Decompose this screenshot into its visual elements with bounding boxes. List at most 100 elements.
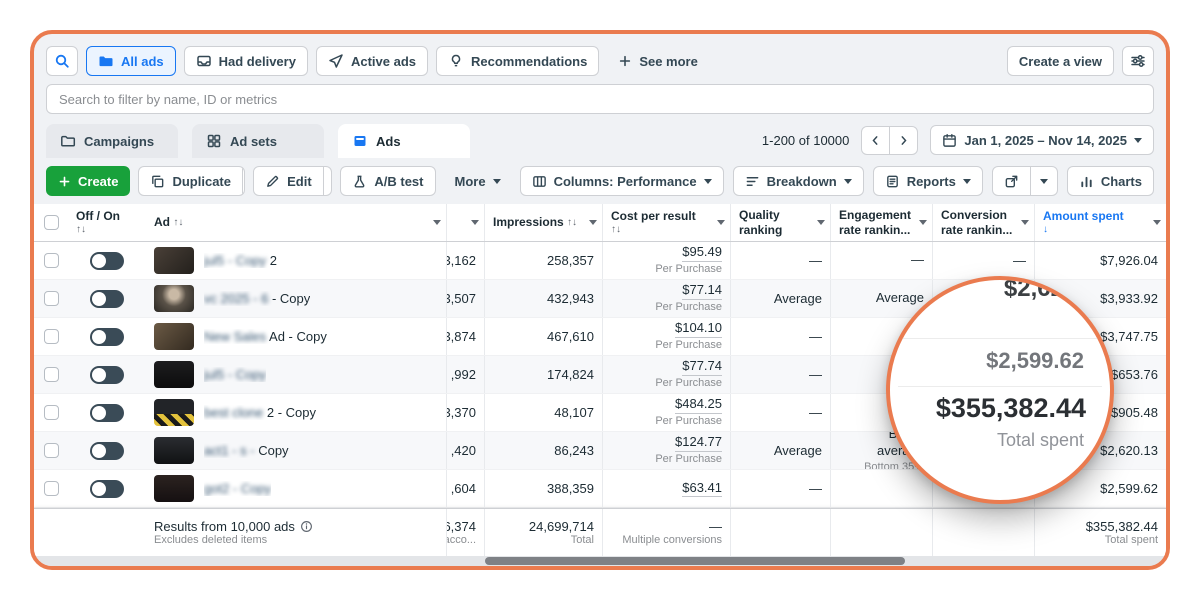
ad-name-link[interactable]: best clone 2 - Copy <box>204 405 316 420</box>
ad-name-link[interactable]: New Sales Ad - Copy <box>204 329 327 344</box>
search-input[interactable] <box>46 84 1154 114</box>
column-header-engagement-ranking[interactable]: Engagement rate rankin... <box>830 204 932 241</box>
scrollbar-thumb[interactable] <box>485 557 905 565</box>
pager <box>861 126 918 155</box>
columns-button[interactable]: Columns: Performance <box>520 166 724 196</box>
filter-chip-had-delivery[interactable]: Had delivery <box>184 46 308 76</box>
ad-name-link[interactable]: got2 - Copy <box>204 481 271 496</box>
row-checkbox[interactable] <box>44 291 59 306</box>
row-toggle-cell <box>68 470 146 507</box>
toggle-knob <box>92 292 106 306</box>
export-button[interactable] <box>993 167 1030 195</box>
ad-toggle[interactable] <box>90 328 124 346</box>
row-checkbox[interactable] <box>44 329 59 344</box>
horizontal-scrollbar[interactable] <box>34 556 1166 566</box>
edit-button[interactable]: Edit <box>254 167 323 195</box>
column-header-conversion-ranking[interactable]: Conversion rate rankin... <box>932 204 1034 241</box>
magnified-value-1: $2,599.62 <box>986 348 1084 374</box>
impressions-cell: 388,359 <box>484 470 602 507</box>
results-cell: ,604 <box>446 470 484 507</box>
ad-toggle[interactable] <box>90 252 124 270</box>
amount-spent-header-label: Amount spent <box>1043 209 1124 223</box>
ad-toggle[interactable] <box>90 366 124 384</box>
breakdown-button[interactable]: Breakdown <box>733 166 864 196</box>
chevron-down-icon[interactable] <box>817 220 825 225</box>
chevron-down-icon[interactable] <box>589 220 597 225</box>
chip-label: Had delivery <box>219 54 296 69</box>
row-checkbox[interactable] <box>44 367 59 382</box>
chevron-down-icon[interactable] <box>433 220 441 225</box>
search-filter-button[interactable] <box>46 46 78 76</box>
row-checkbox-cell <box>34 242 68 279</box>
chip-label: See more <box>639 54 698 69</box>
level-tabs: Campaigns Ad sets Ads 1-200 of 10000 <box>34 124 1166 158</box>
magnifier-divider <box>898 386 1102 387</box>
ad-name-link[interactable]: vc 2025 - 6 - Copy <box>204 291 310 306</box>
charts-button[interactable]: Charts <box>1067 166 1154 196</box>
ad-toggle[interactable] <box>90 480 124 498</box>
tab-ads[interactable]: Ads <box>338 124 470 158</box>
prev-page-button[interactable] <box>861 126 890 155</box>
toggle-knob <box>92 368 106 382</box>
edit-menu-button[interactable] <box>323 167 333 195</box>
date-range-button[interactable]: Jan 1, 2025 – Nov 14, 2025 <box>930 125 1154 155</box>
column-header-results[interactable] <box>446 204 484 241</box>
row-checkbox[interactable] <box>44 405 59 420</box>
sort-arrows-icon: ↑↓ <box>76 224 120 236</box>
tab-ad-sets[interactable]: Ad sets <box>192 124 324 158</box>
tabs-right-group: 1-200 of 10000 Jan 1, 2025 – Nov 14, <box>762 125 1154 158</box>
ad-name-link[interactable]: jul5 - Copy 2 <box>204 253 277 268</box>
reports-button[interactable]: Reports <box>873 166 983 196</box>
ab-test-button[interactable]: A/B test <box>340 166 435 196</box>
column-header-cost-per-result[interactable]: Cost per result ↑↓ <box>602 204 730 241</box>
chevron-down-icon[interactable] <box>717 220 725 225</box>
create-a-view-label: Create a view <box>1019 54 1102 69</box>
ad-toggle[interactable] <box>90 442 124 460</box>
chevron-down-icon[interactable] <box>919 220 927 225</box>
ad-name-link[interactable]: jul5 - Copy <box>204 367 266 382</box>
column-header-ad[interactable]: Ad ↑↓ <box>146 204 446 241</box>
duplicate-button[interactable]: Duplicate <box>139 167 242 195</box>
duplicate-menu-button[interactable] <box>242 167 245 195</box>
more-button[interactable]: More <box>444 166 512 196</box>
column-header-quality-ranking[interactable]: Quality ranking <box>730 204 830 241</box>
folder-icon <box>98 53 114 69</box>
table-summary-row: Results from 10,000 ads Excludes deleted… <box>34 508 1166 556</box>
ad-name-link[interactable]: act1 - s - Copy <box>204 443 289 458</box>
export-menu-button[interactable] <box>1030 167 1057 195</box>
ad-thumbnail <box>154 399 194 426</box>
ad-header-label: Ad <box>154 215 170 229</box>
ad-thumbnail <box>154 475 194 502</box>
chevron-down-icon[interactable] <box>1153 220 1161 225</box>
chevron-down-icon[interactable] <box>471 220 479 225</box>
info-icon[interactable] <box>300 520 313 533</box>
tab-campaigns[interactable]: Campaigns <box>46 124 178 158</box>
chevron-down-icon[interactable] <box>1021 220 1029 225</box>
create-button[interactable]: Create <box>46 166 130 196</box>
row-checkbox[interactable] <box>44 481 59 496</box>
bulb-icon <box>448 53 464 69</box>
ad-thumbnail <box>154 247 194 274</box>
ad-cell: act1 - s - Copy <box>146 432 446 469</box>
select-all-checkbox[interactable] <box>44 215 59 230</box>
filter-chip-recommendations[interactable]: Recommendations <box>436 46 599 76</box>
column-header-amount-spent[interactable]: Amount spent ↓ <box>1034 204 1166 241</box>
column-header-impressions[interactable]: Impressions ↑↓ <box>484 204 602 241</box>
filters-button[interactable] <box>1122 46 1154 76</box>
column-header-off-on[interactable]: Off / On ↑↓ <box>68 204 146 241</box>
plus-icon <box>618 54 632 68</box>
columns-label: Columns: Performance <box>554 174 697 189</box>
ad-toggle[interactable] <box>90 290 124 308</box>
row-checkbox[interactable] <box>44 253 59 268</box>
off-on-header-label: Off / On <box>76 209 120 223</box>
next-page-button[interactable] <box>889 126 918 155</box>
filter-chip-active-ads[interactable]: Active ads <box>316 46 428 76</box>
cost-per-result-cell: $104.10 Per Purchase <box>602 318 730 355</box>
date-range-label: Jan 1, 2025 – Nov 14, 2025 <box>964 133 1127 148</box>
ad-toggle[interactable] <box>90 404 124 422</box>
filter-chip-see-more[interactable]: See more <box>607 46 709 76</box>
row-checkbox[interactable] <box>44 443 59 458</box>
filter-chip-all-ads[interactable]: All ads <box>86 46 176 76</box>
create-a-view-button[interactable]: Create a view <box>1007 46 1114 76</box>
cost-per-result-cell: $95.49 Per Purchase <box>602 242 730 279</box>
